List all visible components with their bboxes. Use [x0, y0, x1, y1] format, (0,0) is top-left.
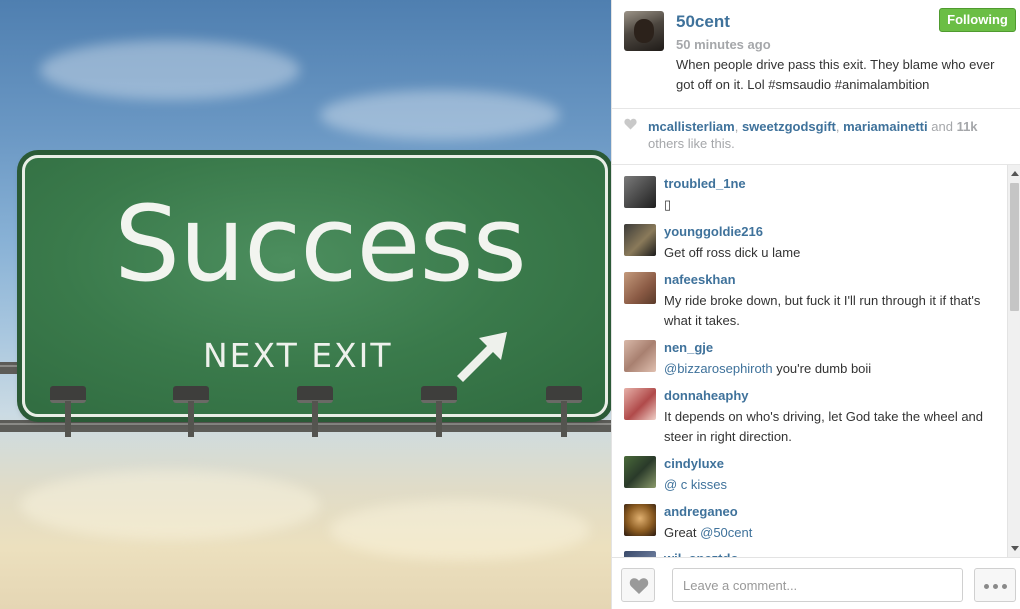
avatar[interactable]: [624, 504, 656, 536]
post-timestamp[interactable]: 50 minutes ago: [676, 37, 771, 52]
scroll-up-arrow-icon[interactable]: [1011, 171, 1019, 176]
sign-title: Success: [114, 183, 527, 305]
likes-suffix-text: others like this.: [648, 136, 735, 151]
list-item: donnaheaphy It depends on who's driving,…: [612, 388, 1007, 452]
avatar[interactable]: [624, 388, 656, 420]
comment-text: ▯: [664, 197, 672, 212]
sign-lamp: [546, 386, 582, 438]
likes-count[interactable]: 11k: [957, 119, 978, 134]
comment-text: @bizzarosephiroth you're dumb boii: [664, 359, 994, 379]
comment-input[interactable]: [672, 568, 963, 602]
comment-username[interactable]: troubled_1ne: [664, 176, 746, 191]
comment-text: Great @50cent: [664, 523, 994, 543]
heart-icon: [629, 578, 649, 594]
avatar[interactable]: [624, 11, 664, 51]
mention-link[interactable]: @50cent: [700, 525, 752, 540]
like-user-link[interactable]: mariamainetti: [843, 119, 928, 134]
separator: ,: [734, 119, 742, 134]
more-options-button[interactable]: [974, 568, 1016, 602]
avatar[interactable]: [624, 456, 656, 488]
sign-lamp: [297, 386, 333, 438]
cloud: [20, 470, 320, 540]
comments-list: troubled_1ne ▯ younggoldie216 Get off ro…: [612, 165, 1020, 557]
post-header: 50cent Following 50 minutes ago When peo…: [612, 0, 1020, 108]
mention-link[interactable]: @bizzarosephiroth: [664, 361, 773, 376]
comment-username[interactable]: nafeeskhan: [664, 272, 736, 287]
sign-lamp: [50, 386, 86, 438]
comment-username[interactable]: nen_gje: [664, 340, 713, 355]
list-item: younggoldie216 Get off ross dick u lame: [612, 224, 1007, 268]
highway-sign: Success NEXT EXIT: [22, 155, 608, 417]
cloud: [320, 90, 560, 140]
like-button[interactable]: [621, 568, 655, 602]
post-caption: When people drive pass this exit. They b…: [676, 57, 995, 92]
avatar[interactable]: [624, 340, 656, 372]
list-item: cindyluxe @ c kisses: [612, 456, 1007, 500]
comment-username[interactable]: younggoldie216: [664, 224, 763, 239]
list-item: troubled_1ne ▯: [612, 176, 1007, 220]
comment-username[interactable]: cindyluxe: [664, 456, 724, 471]
cloud: [330, 500, 590, 560]
list-item: nen_gje @bizzarosephiroth you're dumb bo…: [612, 340, 1007, 384]
comment-text: It depends on who's driving, let God tak…: [664, 409, 984, 444]
sign-subtext: NEXT EXIT: [203, 336, 393, 375]
post-username[interactable]: 50cent: [676, 12, 730, 32]
avatar[interactable]: [624, 176, 656, 208]
scroll-down-arrow-icon[interactable]: [1011, 546, 1019, 551]
arrow-icon: [457, 332, 507, 382]
like-user-link[interactable]: mcallisterliam: [648, 119, 735, 134]
more-dots-icon: [993, 584, 998, 589]
list-item: andreganeo Great @50cent: [612, 504, 1007, 548]
sign-lamp: [173, 386, 209, 438]
list-item: nafeeskhan My ride broke down, but fuck …: [612, 272, 1007, 336]
comment-username[interactable]: donnaheaphy: [664, 388, 749, 403]
comment-text: My ride broke down, but fuck it I'll run…: [664, 293, 981, 328]
like-user-link[interactable]: sweetzgodsgift: [742, 119, 836, 134]
post-details-panel: 50cent Following 50 minutes ago When peo…: [611, 0, 1020, 609]
avatar[interactable]: [624, 224, 656, 256]
divider: [612, 108, 1020, 109]
comment-body: you're dumb boii: [772, 361, 872, 376]
comment-body: Great: [664, 525, 701, 540]
more-dots-icon: [984, 584, 989, 589]
avatar[interactable]: [624, 272, 656, 304]
comments-scrollbar[interactable]: [1007, 165, 1020, 557]
comment-text: @ c kisses: [664, 475, 994, 495]
mention-link[interactable]: @ c kisses: [664, 477, 727, 492]
comment-footer: [612, 557, 1020, 609]
following-button[interactable]: Following: [939, 8, 1016, 32]
heart-icon: [624, 118, 637, 130]
separator: ,: [835, 119, 844, 134]
scrollbar-thumb[interactable]: [1010, 183, 1019, 311]
cloud: [40, 40, 300, 100]
more-dots-icon: [1002, 584, 1007, 589]
likes-and-text: and: [927, 119, 957, 134]
likes-summary: mcallisterliam, sweetzgodsgift, mariamai…: [648, 118, 1008, 152]
sign-lamp: [421, 386, 457, 438]
comment-username[interactable]: andreganeo: [664, 504, 738, 519]
comment-text: Get off ross dick u lame: [664, 245, 801, 260]
post-photo: Success NEXT EXIT: [0, 0, 611, 609]
